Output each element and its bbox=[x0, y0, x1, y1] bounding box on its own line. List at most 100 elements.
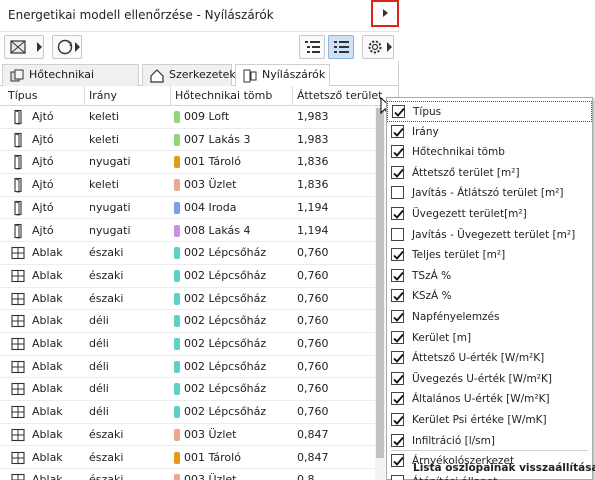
column-menu-button[interactable] bbox=[371, 0, 399, 27]
tab-openings[interactable]: Nyílászárók bbox=[235, 64, 330, 87]
table-row[interactable]: Ajtó nyugati 004 Iroda 1,194 bbox=[0, 197, 385, 220]
cell-direction: keleti bbox=[89, 110, 119, 123]
tab-thermal-blocks[interactable]: Hőtechnikai tömbök bbox=[2, 64, 139, 101]
settings-button[interactable] bbox=[362, 35, 394, 59]
vertical-scrollbar[interactable] bbox=[375, 106, 385, 480]
openings-table: Típus Irány Hőtechnikai tömb Áttetsző te… bbox=[0, 86, 385, 480]
column-menu-item[interactable]: TSzÁ % bbox=[387, 266, 592, 287]
table-row[interactable]: Ablak északi 002 Lépcsőház 0,760 bbox=[0, 265, 385, 288]
checkmark-icon bbox=[393, 168, 404, 178]
checkbox-checked[interactable] bbox=[391, 392, 404, 406]
cell-thermal-block: 002 Lépcsőház bbox=[184, 268, 267, 282]
column-divider[interactable] bbox=[170, 86, 171, 106]
column-menu-item[interactable]: Áttetsző terület [m²] bbox=[387, 163, 592, 184]
cell-transparent-area: 0,760 bbox=[297, 314, 329, 328]
column-menu-item[interactable]: Infiltráció [l/sm] bbox=[387, 431, 592, 452]
reset-columns-menu-item[interactable]: Lista oszlopainak visszaállítása bbox=[413, 462, 595, 474]
checkbox-checked[interactable] bbox=[391, 207, 404, 220]
scrollbar-thumb[interactable] bbox=[376, 108, 384, 458]
door-icon bbox=[14, 200, 22, 216]
table-row[interactable]: Ablak északi 002 Lépcsőház 0,760 bbox=[0, 242, 385, 265]
column-menu-item[interactable]: Javítás - Üvegezett terület [m²] bbox=[387, 225, 592, 246]
column-menu-item[interactable]: Javítás - Átlátszó terület [m²] bbox=[387, 183, 592, 204]
cell-transparent-area: 0,8 bbox=[297, 473, 315, 480]
cell-thermal-block: 001 Tároló bbox=[184, 450, 241, 464]
column-divider[interactable] bbox=[292, 86, 293, 106]
column-menu-item[interactable]: Hőtechnikai tömb bbox=[387, 142, 592, 163]
cell-type: Ablak bbox=[32, 359, 63, 373]
column-visibility-menu: Típus Irány Hőtechnikai tömb Áttetsző terül… bbox=[386, 97, 595, 480]
column-menu-item[interactable]: Áttetsző U-érték [W/m²K] bbox=[387, 348, 592, 369]
column-menu-item[interactable]: Üvegezett terület[m²] bbox=[387, 204, 592, 225]
checkbox-checked[interactable] bbox=[392, 105, 405, 118]
checkbox-checked[interactable] bbox=[391, 330, 404, 344]
table-row[interactable]: Ablak északi 002 Lépcsőház 0,760 bbox=[0, 288, 385, 311]
column-menu-item[interactable]: Kerület Psi értéke [W/mK] bbox=[387, 410, 592, 431]
checkbox-checked[interactable] bbox=[391, 165, 404, 179]
title-bar[interactable]: Energetikai modell ellenőrzése - Nyílász… bbox=[0, 0, 399, 30]
column-menu-item[interactable]: Kerület [m] bbox=[387, 328, 592, 349]
cell-direction: északi bbox=[89, 427, 124, 441]
column-header-type[interactable]: Típus bbox=[8, 89, 37, 102]
table-row[interactable]: Ablak déli 002 Lépcsőház 0,760 bbox=[0, 310, 385, 333]
cell-type: Ablak bbox=[32, 473, 63, 480]
table-row[interactable]: Ablak déli 002 Lépcsőház 0,760 bbox=[0, 378, 385, 402]
checkbox-checked[interactable] bbox=[391, 289, 404, 303]
expand-arrow-icon bbox=[383, 9, 388, 17]
window-icon bbox=[11, 269, 25, 282]
column-menu-item[interactable]: KSzÁ % bbox=[387, 286, 592, 307]
tree-view-button[interactable] bbox=[299, 35, 325, 59]
table-row[interactable]: Ajtó nyugati 008 Lakás 4 1,194 bbox=[0, 220, 385, 243]
table-row[interactable]: Ablak északi 003 Üzlet 0,847 bbox=[0, 424, 385, 447]
checkbox-checked[interactable] bbox=[391, 371, 404, 385]
checkbox-unchecked[interactable] bbox=[391, 186, 404, 200]
column-menu-item-label: KSzÁ % bbox=[412, 290, 452, 303]
column-menu-item[interactable]: Irány bbox=[387, 122, 592, 143]
checkbox-checked[interactable] bbox=[391, 248, 404, 262]
checkbox-checked[interactable] bbox=[391, 433, 404, 447]
column-divider[interactable] bbox=[84, 86, 85, 106]
block-color-swatch bbox=[174, 338, 180, 350]
table-row[interactable]: Ajtó nyugati 001 Tároló 1,836 bbox=[0, 151, 385, 175]
checkbox-unchecked[interactable] bbox=[391, 474, 404, 480]
building-model-button[interactable] bbox=[4, 35, 44, 59]
table-row[interactable]: Ajtó keleti 007 Lakás 3 1,983 bbox=[0, 129, 385, 152]
checkbox-checked[interactable] bbox=[391, 351, 404, 365]
window-title: Energetikai modell ellenőrzése - Nyílász… bbox=[8, 8, 274, 22]
column-menu-item-label: Teljes terület [m²] bbox=[412, 249, 506, 262]
table-row[interactable]: Ablak déli 002 Lépcsőház 0,760 bbox=[0, 356, 385, 379]
block-color-swatch bbox=[174, 474, 180, 480]
column-menu-item[interactable]: Napfényelemzés bbox=[387, 307, 592, 328]
cell-thermal-block: 002 Lépcsőház bbox=[184, 337, 267, 350]
checkbox-checked[interactable] bbox=[391, 124, 404, 138]
tab-structures[interactable]: Szerkezetek bbox=[142, 64, 236, 86]
column-menu-item-label: Napfényelemzés bbox=[412, 311, 500, 323]
refresh-button[interactable] bbox=[52, 35, 82, 59]
table-row[interactable]: Ablak déli 002 Lépcsőház 0,760 bbox=[0, 333, 385, 356]
table-row[interactable]: Ablak déli 002 Lépcsőház 0,760 bbox=[0, 401, 385, 424]
checkbox-checked[interactable] bbox=[391, 454, 404, 468]
cell-thermal-block: 007 Lakás 3 bbox=[184, 132, 251, 146]
checkbox-checked[interactable] bbox=[391, 268, 404, 282]
checkmark-icon bbox=[393, 251, 404, 261]
checkbox-unchecked[interactable] bbox=[391, 227, 404, 241]
dropdown-arrow-icon bbox=[37, 42, 42, 52]
cell-thermal-block: 002 Lépcsőház bbox=[184, 382, 267, 396]
column-menu-item[interactable]: Üvegezés U-érték [W/m²K] bbox=[387, 369, 592, 390]
column-header-thermal-block[interactable]: Hőtechnikai tömb bbox=[175, 89, 272, 102]
column-header-direction[interactable]: Irány bbox=[89, 89, 117, 102]
column-menu-item[interactable]: Általános U-érték [W/m²K] bbox=[387, 389, 592, 410]
table-row[interactable]: Ablak északi 003 Üzlet 0,8 bbox=[0, 469, 385, 480]
table-row[interactable]: Ablak északi 001 Tároló 0,847 bbox=[0, 447, 385, 470]
column-menu-item[interactable]: Típus bbox=[387, 101, 592, 122]
list-view-button[interactable] bbox=[328, 35, 354, 59]
table-row[interactable]: Ajtó keleti 009 Loft 1,983 bbox=[0, 106, 385, 129]
column-menu-item[interactable]: Teljes terület [m²] bbox=[387, 245, 592, 266]
column-menu-item-label: Általános U-érték [W/m²K] bbox=[412, 393, 550, 406]
table-row[interactable]: Ajtó keleti 003 Üzlet 1,836 bbox=[0, 174, 385, 197]
checkbox-checked[interactable] bbox=[391, 413, 404, 426]
tab-bar: Hőtechnikai tömbök Szerkezetek Nyílászár… bbox=[0, 61, 399, 101]
column-header-transparent-area[interactable]: Áttetsző terület bbox=[297, 89, 382, 102]
checkbox-checked[interactable] bbox=[391, 145, 404, 159]
checkbox-checked[interactable] bbox=[391, 310, 404, 323]
